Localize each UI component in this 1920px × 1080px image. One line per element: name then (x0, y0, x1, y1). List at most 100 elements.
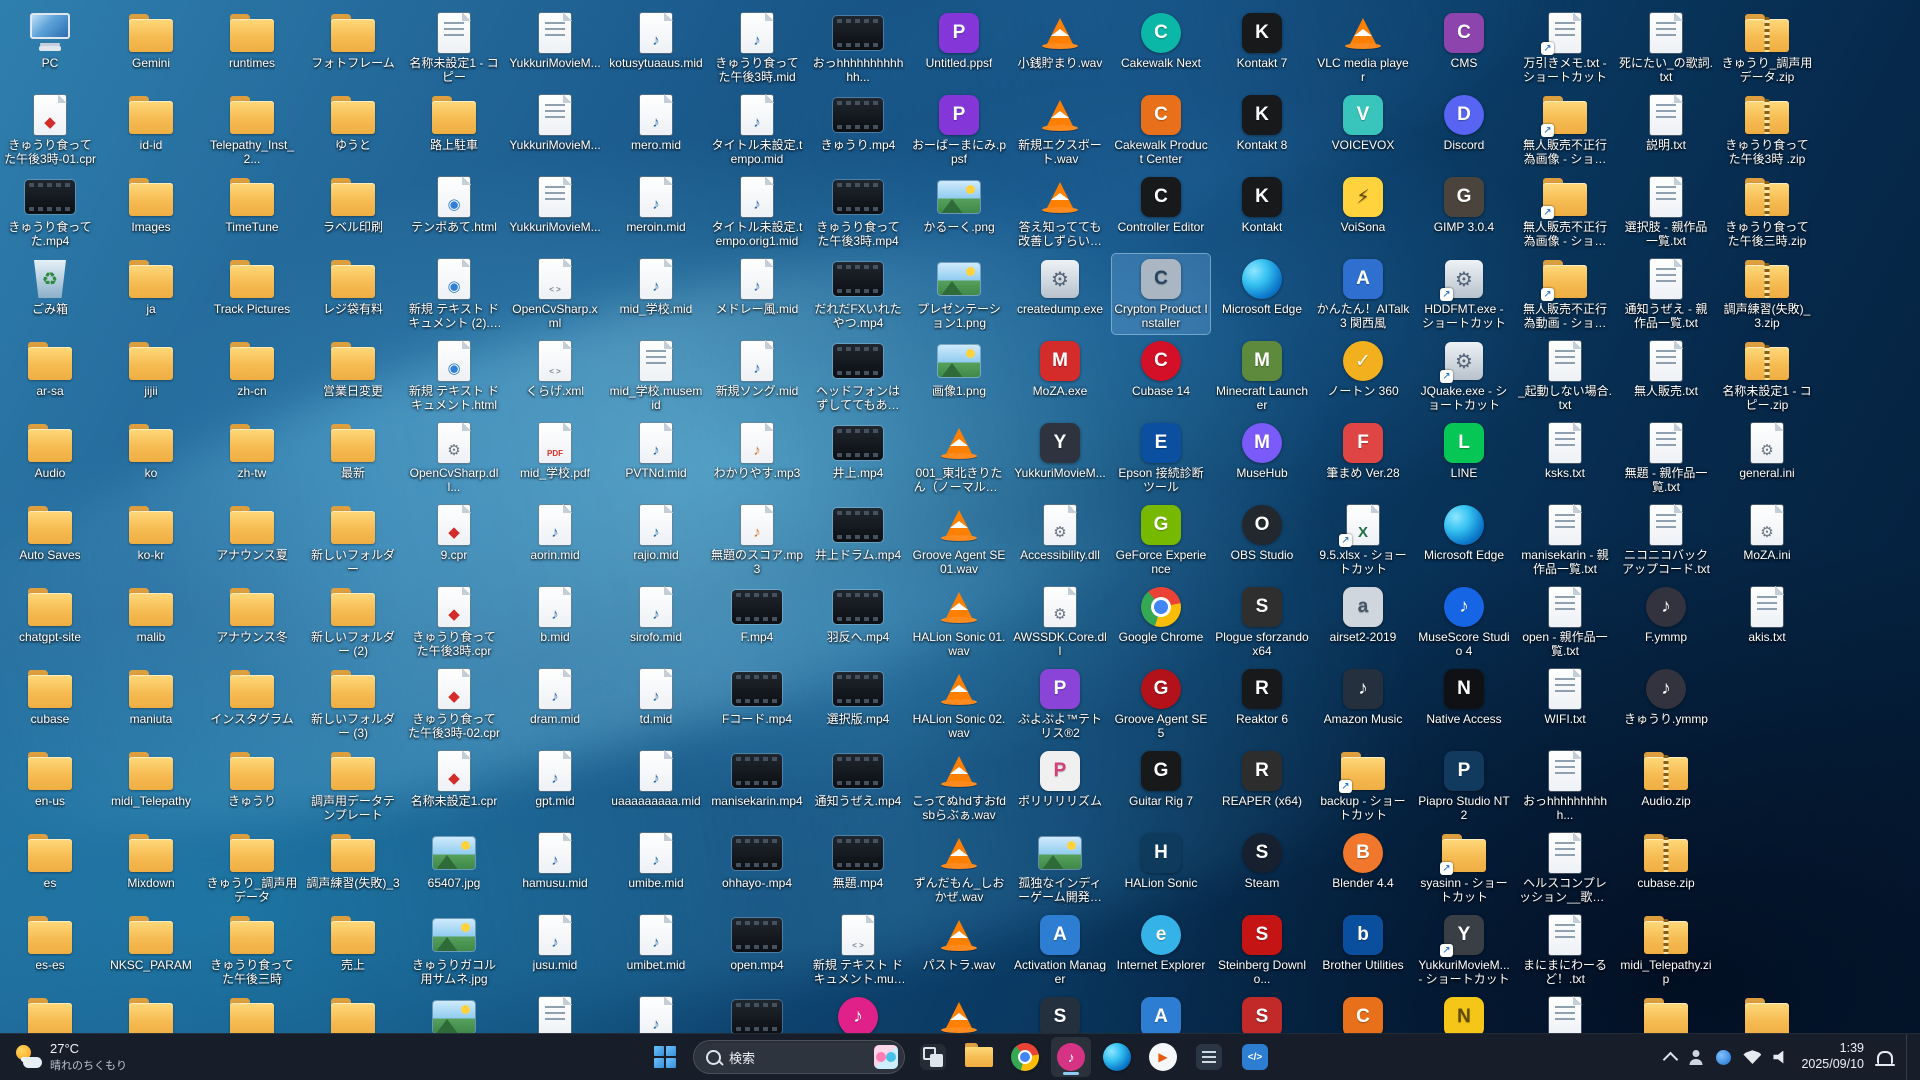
desktop-icon[interactable] (405, 992, 503, 1034)
desktop-icon[interactable]: 答え知ってても改善しずらいわこれ.wav (1011, 172, 1109, 252)
desktop-icon[interactable]: 調声練習(失敗)_3.zip (1718, 254, 1816, 334)
desktop-icon[interactable]: < > OpenCvSharp.xml (506, 254, 604, 334)
desktop-icon[interactable]: ♪ jusu.mid (506, 910, 604, 990)
desktop-icon[interactable]: インスタグラム (203, 664, 301, 744)
desktop[interactable]: PC Gemini runtimes フォトフレーム 名称未設定1 - コピー Yukku… (0, 0, 1920, 1034)
desktop-icon[interactable]: ar-sa (1, 336, 99, 416)
desktop-icon[interactable]: Images (102, 172, 200, 252)
desktop-icon[interactable]: H HALion Sonic (1112, 828, 1210, 908)
desktop-icon[interactable]: アナウンス冬 (203, 582, 301, 662)
taskbar-app-task-view[interactable] (913, 1037, 953, 1077)
taskbar-app-notepad[interactable] (1189, 1037, 1229, 1077)
desktop-icon[interactable]: ♪ mero.mid (607, 90, 705, 170)
desktop-icon[interactable]: ♪ (607, 992, 705, 1034)
desktop-icon[interactable]: A Activation Manager (1011, 910, 1109, 990)
desktop-icon[interactable]: A かんたん！AITalk 3 関西風 (1314, 254, 1412, 334)
volume-icon[interactable] (1773, 1050, 1784, 1064)
desktop-icon[interactable]: 最新 (304, 418, 402, 498)
desktop-icon[interactable]: D Discord (1415, 90, 1513, 170)
desktop-icon[interactable]: N Native Access (1415, 664, 1513, 744)
desktop-icon[interactable]: cubase.zip (1617, 828, 1715, 908)
desktop-icon[interactable]: N (1415, 992, 1513, 1034)
desktop-icon[interactable]: ♪ mid_学校.mid (607, 254, 705, 334)
desktop-icon[interactable]: Microsoft Edge (1213, 254, 1311, 334)
desktop-icon[interactable]: E Epson 接続診断ツール (1112, 418, 1210, 498)
weather-widget-button[interactable]: 27°C 晴れのちくもり (0, 1034, 141, 1080)
desktop-icon[interactable]: きゅうりガコル用サムネ.jpg (405, 910, 503, 990)
desktop-icon[interactable]: ksks.txt (1516, 418, 1614, 498)
desktop-icon[interactable]: ♪ タイトル未設定.tempo.orig1.mid (708, 172, 806, 252)
desktop-icon[interactable]: S Steam (1213, 828, 1311, 908)
desktop-icon[interactable]: プレゼンテーション1.png (910, 254, 1008, 334)
desktop-icon[interactable]: パストラ.wav (910, 910, 1008, 990)
desktop-icon[interactable]: ♪ meroin.mid (607, 172, 705, 252)
desktop-icon[interactable]: 001_東北きりたん（ノーマル）_今しゃ... (910, 418, 1008, 498)
notification-bell-icon[interactable] (1875, 1047, 1895, 1067)
taskbar-app-chrome[interactable] (1005, 1037, 1045, 1077)
desktop-icon[interactable]: ♪ aorin.mid (506, 500, 604, 580)
desktop-icon[interactable]: 画像1.png (910, 336, 1008, 416)
desktop-icon[interactable]: 新しいフォルダー (304, 500, 402, 580)
desktop-icon[interactable]: きゅうり食ってた午後三時 (203, 910, 301, 990)
desktop-icon[interactable]: ⚙ ↗ HDDFMT.exe - ショートカット (1415, 254, 1513, 334)
desktop-icon[interactable]: きゅうり食ってた午後3時 .zip (1718, 90, 1816, 170)
desktop-icon[interactable]: C Cubase 14 (1112, 336, 1210, 416)
desktop-icon[interactable]: きゅうり食ってた午後三時.zip (1718, 172, 1816, 252)
tray-user-icon[interactable] (1688, 1049, 1704, 1065)
desktop-icon[interactable]: ♪ umibet.mid (607, 910, 705, 990)
desktop-icon[interactable]: 路上駐車 (405, 90, 503, 170)
desktop-icon[interactable]: 調声練習(失敗)_3 (304, 828, 402, 908)
desktop-icon[interactable]: ♪ umibe.mid (607, 828, 705, 908)
desktop-icon[interactable]: WIFI.txt (1516, 664, 1614, 744)
desktop-icon[interactable]: F 筆まめ Ver.28 (1314, 418, 1412, 498)
desktop-icon[interactable]: K Kontakt (1213, 172, 1311, 252)
desktop-icon[interactable]: ラベル印刷 (304, 172, 402, 252)
desktop-icon[interactable]: ⚙ ↗ JQuake.exe - ショートカット (1415, 336, 1513, 416)
desktop-icon[interactable]: ⚙ createdump.exe (1011, 254, 1109, 334)
desktop-icon[interactable]: chatgpt-site (1, 582, 99, 662)
desktop-icon[interactable]: NKSC_PARAM (102, 910, 200, 990)
desktop-icon[interactable]: TimeTune (203, 172, 301, 252)
desktop-icon[interactable]: 選択版.mp4 (809, 664, 907, 744)
desktop-icon[interactable]: だれだFXいれたやつ.mp4 (809, 254, 907, 334)
desktop-icon[interactable]: 名称未設定1 - コピー (405, 8, 503, 88)
desktop-icon[interactable]: S (1011, 992, 1109, 1034)
desktop-icon[interactable]: ◆ きゅうり食ってた午後3時.cpr (405, 582, 503, 662)
desktop-icon[interactable]: HALion Sonic 01.wav (910, 582, 1008, 662)
desktop-icon[interactable]: ⚙ MoZA.ini (1718, 500, 1816, 580)
desktop-icon[interactable]: V VOICEVOX (1314, 90, 1412, 170)
desktop-icon[interactable]: e Internet Explorer (1112, 910, 1210, 990)
desktop-icon[interactable]: K Kontakt 7 (1213, 8, 1311, 88)
desktop-icon[interactable]: きゅうり.mp4 (809, 90, 907, 170)
desktop-icon[interactable]: 無題 - 親作品一覧.txt (1617, 418, 1715, 498)
desktop-icon[interactable]: P Piapro Studio NT2 (1415, 746, 1513, 826)
desktop-icon[interactable]: < > くらげ.xml (506, 336, 604, 416)
desktop-icon[interactable]: _起動しない場合.txt (1516, 336, 1614, 416)
desktop-icon[interactable]: ♪ わかりやす.mp3 (708, 418, 806, 498)
desktop-icon[interactable]: maniuta (102, 664, 200, 744)
desktop-icon[interactable]: P Untitled.ppsf (910, 8, 1008, 88)
desktop-icon[interactable]: 売上 (304, 910, 402, 990)
desktop-icon[interactable]: Y ↗ YukkuriMovieM... - ショートカット (1415, 910, 1513, 990)
desktop-icon[interactable] (708, 992, 806, 1034)
desktop-icon[interactable]: ko (102, 418, 200, 498)
desktop-icon[interactable]: A (1112, 992, 1210, 1034)
desktop-icon[interactable]: ♪ uaaaaaaaaa.mid (607, 746, 705, 826)
desktop-icon[interactable]: Y YukkuriMovieM... (1011, 418, 1109, 498)
desktop-icon[interactable]: ♪ dram.mid (506, 664, 604, 744)
desktop-icon[interactable]: F.mp4 (708, 582, 806, 662)
desktop-icon[interactable]: runtimes (203, 8, 301, 88)
desktop-icon[interactable]: G GIMP 3.0.4 (1415, 172, 1513, 252)
desktop-icon[interactable]: es-es (1, 910, 99, 990)
desktop-icon[interactable]: ♪ kotusytuaaus.mid (607, 8, 705, 88)
desktop-icon[interactable]: ◆ 9.cpr (405, 500, 503, 580)
desktop-icon[interactable] (1, 992, 99, 1034)
desktop-icon[interactable]: ⚙ AWSSDK.Core.dll (1011, 582, 1109, 662)
desktop-icon[interactable]: C CMS (1415, 8, 1513, 88)
desktop-icon[interactable]: ⚙ general.ini (1718, 418, 1816, 498)
desktop-icon[interactable]: X ↗ 9.5.xlsx - ショートカット (1314, 500, 1412, 580)
desktop-icon[interactable]: 無題.mp4 (809, 828, 907, 908)
desktop-icon[interactable]: 営業日変更 (304, 336, 402, 416)
desktop-icon[interactable]: ずんだもん_しおかぜ.wav (910, 828, 1008, 908)
taskbar-app-media-player[interactable]: ▶ (1143, 1037, 1183, 1077)
